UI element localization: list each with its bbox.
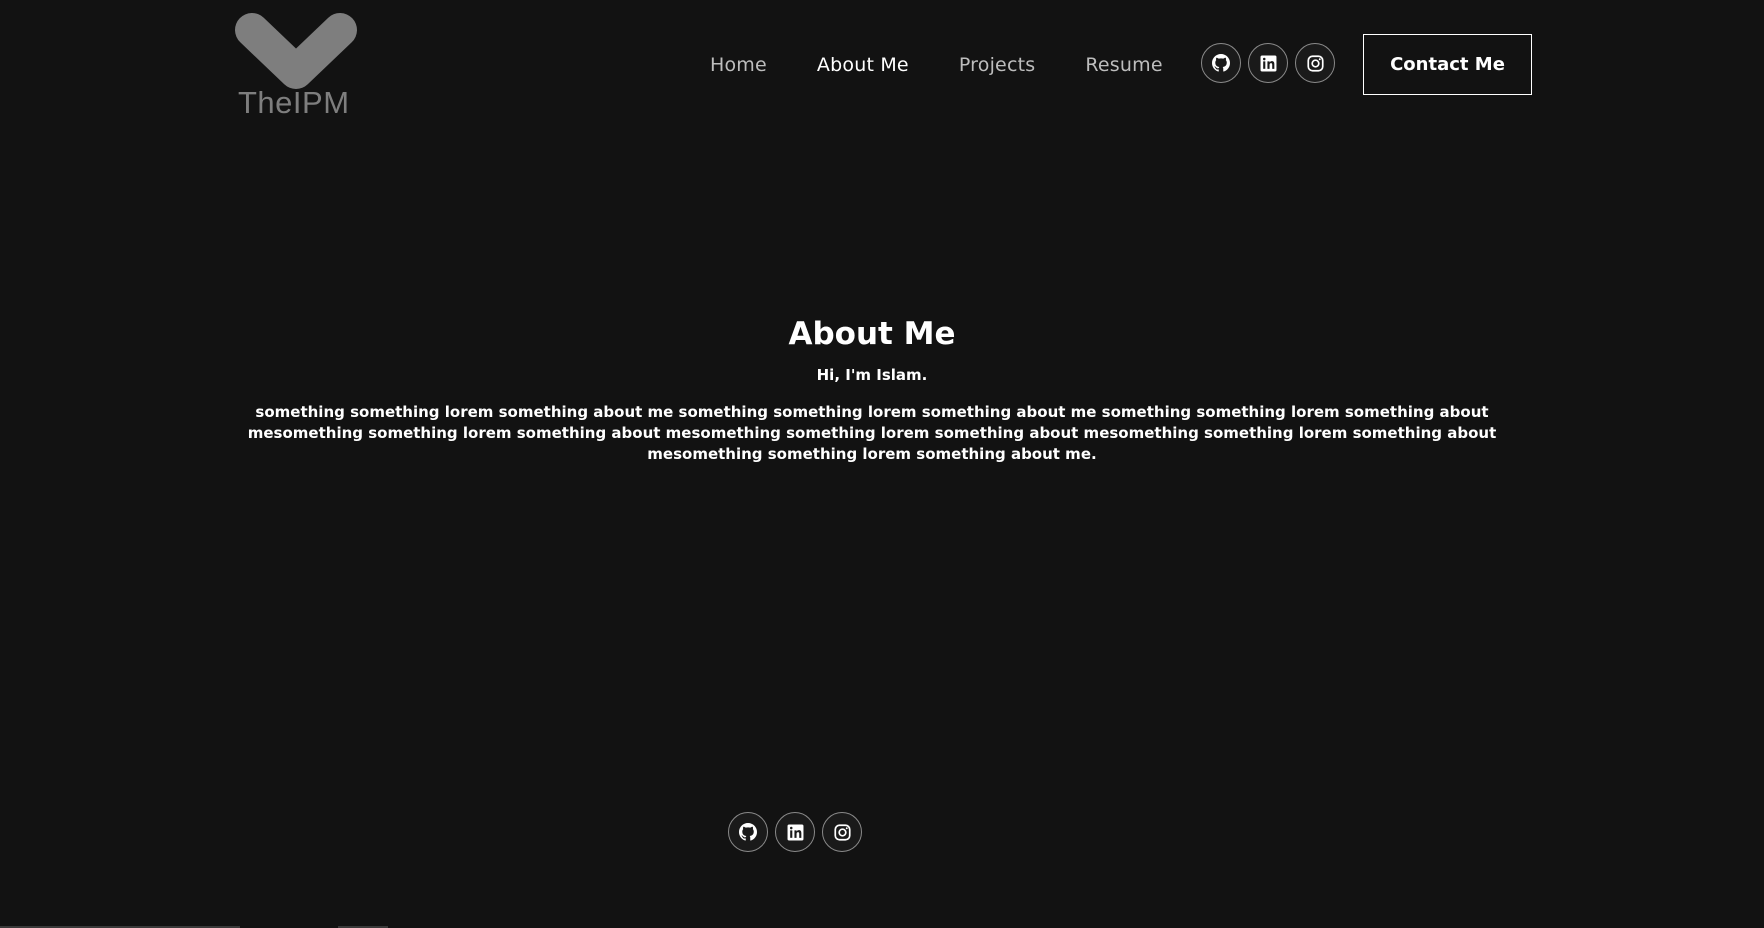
footer-instagram-link[interactable] — [822, 812, 862, 852]
about-body: something something lorem something abou… — [247, 403, 1497, 463]
nav-about-me[interactable]: About Me — [817, 54, 909, 76]
page: TheIPM Home About Me Projects Resume Con… — [0, 0, 1764, 928]
logo-chevron-icon — [235, 13, 357, 89]
nav-projects[interactable]: Projects — [959, 54, 1036, 76]
about-title: About Me — [788, 316, 956, 352]
header-social-links — [1201, 43, 1335, 83]
footer-github-link[interactable] — [728, 812, 768, 852]
linkedin-icon — [1260, 55, 1276, 71]
footer-linkedin-link[interactable] — [775, 812, 815, 852]
nav-home[interactable]: Home — [710, 54, 767, 76]
linkedin-icon — [787, 824, 803, 840]
footer-social-links — [728, 812, 862, 852]
logo-text: TheIPM — [238, 85, 350, 120]
github-icon — [1212, 54, 1230, 72]
logo[interactable]: TheIPM — [234, 10, 358, 122]
nav-resume[interactable]: Resume — [1085, 54, 1162, 76]
github-icon — [739, 823, 757, 841]
instagram-icon — [833, 823, 851, 841]
header-instagram-link[interactable] — [1295, 43, 1335, 83]
about-subtitle: Hi, I'm Islam. — [816, 366, 928, 384]
header-github-link[interactable] — [1201, 43, 1241, 83]
header-linkedin-link[interactable] — [1248, 43, 1288, 83]
main-nav: Home About Me Projects Resume — [710, 46, 1213, 84]
instagram-icon — [1306, 54, 1324, 72]
contact-me-button[interactable]: Contact Me — [1363, 34, 1532, 95]
